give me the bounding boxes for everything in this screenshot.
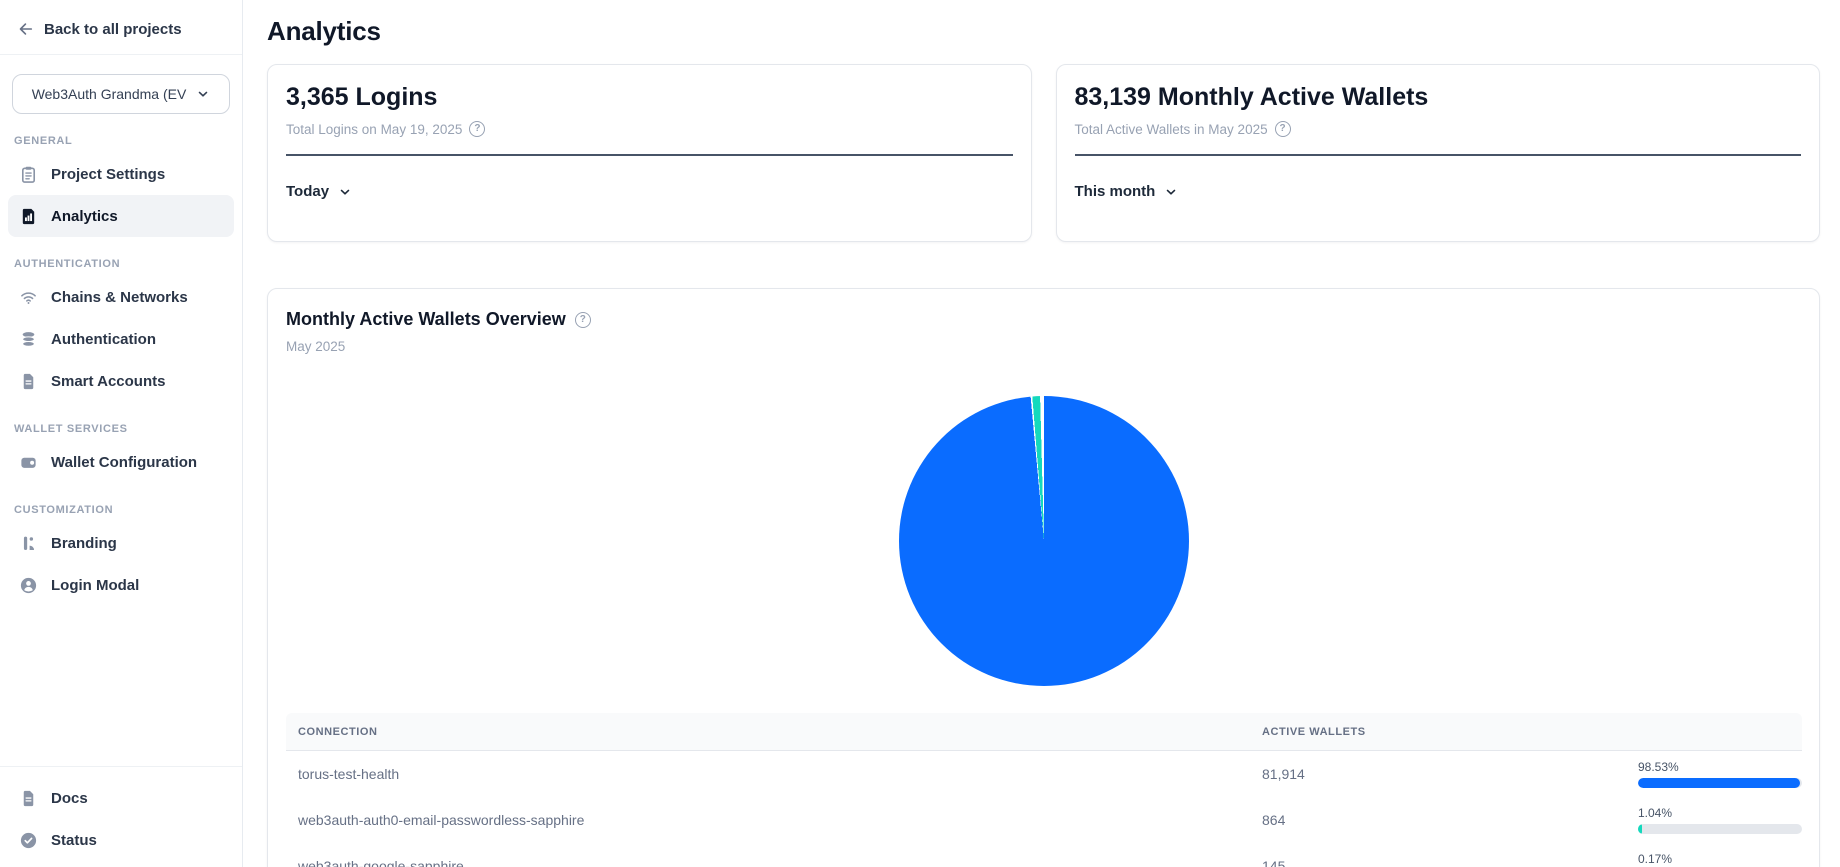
sidebar-item-label: Branding: [51, 535, 117, 552]
active-wallets-cell: 145: [1250, 858, 1638, 867]
table-header-row: CONNECTION ACTIVE WALLETS: [286, 713, 1802, 751]
sidebar-item-label: Project Settings: [51, 166, 165, 183]
arrow-left-icon: [16, 20, 34, 38]
sidebar-item-label: Docs: [51, 790, 88, 807]
project-selector-value: Web3Auth Grandma (EV: [32, 86, 187, 102]
percent-cell: 0.17%: [1638, 852, 1802, 867]
file-icon: [18, 371, 38, 391]
sidebar-item-wallet-configuration[interactable]: Wallet Configuration: [8, 441, 234, 483]
stat-card-axis-line: [286, 154, 1013, 156]
percent-cell: 1.04%: [1638, 806, 1802, 834]
column-header-active-wallets: ACTIVE WALLETS: [1250, 726, 1638, 738]
sidebar-item-authentication[interactable]: Authentication: [8, 318, 234, 360]
percent-bar-track: [1638, 778, 1802, 788]
brush-icon: [18, 533, 38, 553]
logins-range-value: Today: [286, 183, 329, 200]
connection-cell: web3auth-auth0-email-passwordless-sapphi…: [286, 812, 1250, 828]
project-selector-dropdown[interactable]: Web3Auth Grandma (EV: [12, 74, 230, 114]
back-link-label: Back to all projects: [44, 21, 182, 38]
main-content: Analytics 3,365 Logins Total Logins on M…: [243, 0, 1840, 867]
connection-cell: torus-test-health: [286, 766, 1250, 782]
wifi-icon: [18, 287, 38, 307]
sidebar-item-chains-networks[interactable]: Chains & Networks: [8, 276, 234, 318]
active-wallets-stat-title: 83,139 Monthly Active Wallets: [1075, 83, 1802, 112]
active-wallets-range-value: This month: [1075, 183, 1156, 200]
sidebar-item-status[interactable]: Status: [8, 819, 234, 861]
sidebar-item-login-modal[interactable]: Login Modal: [8, 564, 234, 606]
table-row[interactable]: web3auth-google-sapphire 145 0.17%: [286, 843, 1802, 867]
active-wallets-cell: 81,914: [1250, 766, 1638, 782]
help-icon[interactable]: ?: [575, 312, 591, 328]
percent-bar-fill: [1638, 824, 1642, 834]
logins-stat-subtitle-row: Total Logins on May 19, 2025 ?: [286, 121, 1013, 137]
percent-label: 0.17%: [1638, 852, 1802, 866]
active-wallets-range-dropdown[interactable]: This month: [1075, 183, 1179, 200]
help-icon[interactable]: ?: [469, 121, 485, 137]
sidebar-item-project-settings[interactable]: Project Settings: [8, 153, 234, 195]
chevron-down-icon: [1164, 185, 1178, 199]
section-label-wallet-services: WALLET SERVICES: [8, 423, 234, 435]
connections-table: CONNECTION ACTIVE WALLETS torus-test-hea…: [286, 713, 1802, 867]
table-row[interactable]: torus-test-health 81,914 98.53%: [286, 751, 1802, 797]
sidebar-nav: GENERAL Project Settings Analytics AUTHE…: [0, 114, 242, 606]
chevron-down-icon: [338, 185, 352, 199]
connection-cell: web3auth-google-sapphire: [286, 858, 1250, 867]
active-wallets-stat-card: 83,139 Monthly Active Wallets Total Acti…: [1056, 64, 1821, 242]
chevron-down-icon: [196, 87, 210, 101]
sidebar-spacer: [0, 606, 242, 766]
sidebar-divider: [0, 54, 242, 55]
section-label-customization: CUSTOMIZATION: [8, 504, 234, 516]
overview-title-row: Monthly Active Wallets Overview ?: [286, 309, 1801, 330]
active-wallets-stat-subtitle: Total Active Wallets in May 2025: [1075, 122, 1268, 137]
sidebar-item-analytics[interactable]: Analytics: [8, 195, 234, 237]
percent-bar-track: [1638, 824, 1802, 834]
file-icon: [18, 788, 38, 808]
percent-cell: 98.53%: [1638, 760, 1802, 788]
pie-chart[interactable]: [899, 396, 1189, 686]
help-icon[interactable]: ?: [1275, 121, 1291, 137]
sidebar-item-label: Smart Accounts: [51, 373, 165, 390]
percent-label: 98.53%: [1638, 760, 1802, 774]
column-header-connection: CONNECTION: [286, 726, 1250, 738]
overview-subtitle: May 2025: [286, 339, 1801, 354]
logins-range-dropdown[interactable]: Today: [286, 183, 352, 200]
back-link[interactable]: Back to all projects: [0, 0, 242, 54]
logins-stat-title: 3,365 Logins: [286, 83, 1013, 112]
sidebar-footer: Docs Status: [0, 766, 242, 867]
overview-title: Monthly Active Wallets Overview: [286, 309, 566, 330]
sidebar: Back to all projects Web3Auth Grandma (E…: [0, 0, 243, 867]
section-label-general: GENERAL: [8, 135, 234, 147]
logins-stat-subtitle: Total Logins on May 19, 2025: [286, 122, 462, 137]
sidebar-item-label: Authentication: [51, 331, 156, 348]
stat-card-axis-line: [1075, 154, 1802, 156]
wallet-icon: [18, 452, 38, 472]
page-title: Analytics: [267, 16, 1820, 47]
active-wallets-cell: 864: [1250, 812, 1638, 828]
overview-card: Monthly Active Wallets Overview ? May 20…: [267, 288, 1820, 867]
sidebar-item-label: Login Modal: [51, 577, 139, 594]
sidebar-item-label: Chains & Networks: [51, 289, 188, 306]
clipboard-icon: [18, 164, 38, 184]
logins-stat-card: 3,365 Logins Total Logins on May 19, 202…: [267, 64, 1032, 242]
table-row[interactable]: web3auth-auth0-email-passwordless-sapphi…: [286, 797, 1802, 843]
user-circle-icon: [18, 575, 38, 595]
sidebar-item-label: Wallet Configuration: [51, 454, 197, 471]
check-circle-icon: [18, 830, 38, 850]
sidebar-item-branding[interactable]: Branding: [8, 522, 234, 564]
database-icon: [18, 329, 38, 349]
active-wallets-stat-subtitle-row: Total Active Wallets in May 2025 ?: [1075, 121, 1802, 137]
percent-bar-fill: [1638, 778, 1800, 788]
section-label-authentication: AUTHENTICATION: [8, 258, 234, 270]
sidebar-item-docs[interactable]: Docs: [8, 777, 234, 819]
stat-cards-row: 3,365 Logins Total Logins on May 19, 202…: [267, 64, 1820, 242]
percent-label: 1.04%: [1638, 806, 1802, 820]
bar-chart-doc-icon: [18, 206, 38, 226]
app-window: Back to all projects Web3Auth Grandma (E…: [0, 0, 1840, 867]
sidebar-item-label: Analytics: [51, 208, 118, 225]
sidebar-item-smart-accounts[interactable]: Smart Accounts: [8, 360, 234, 402]
sidebar-item-label: Status: [51, 832, 97, 849]
